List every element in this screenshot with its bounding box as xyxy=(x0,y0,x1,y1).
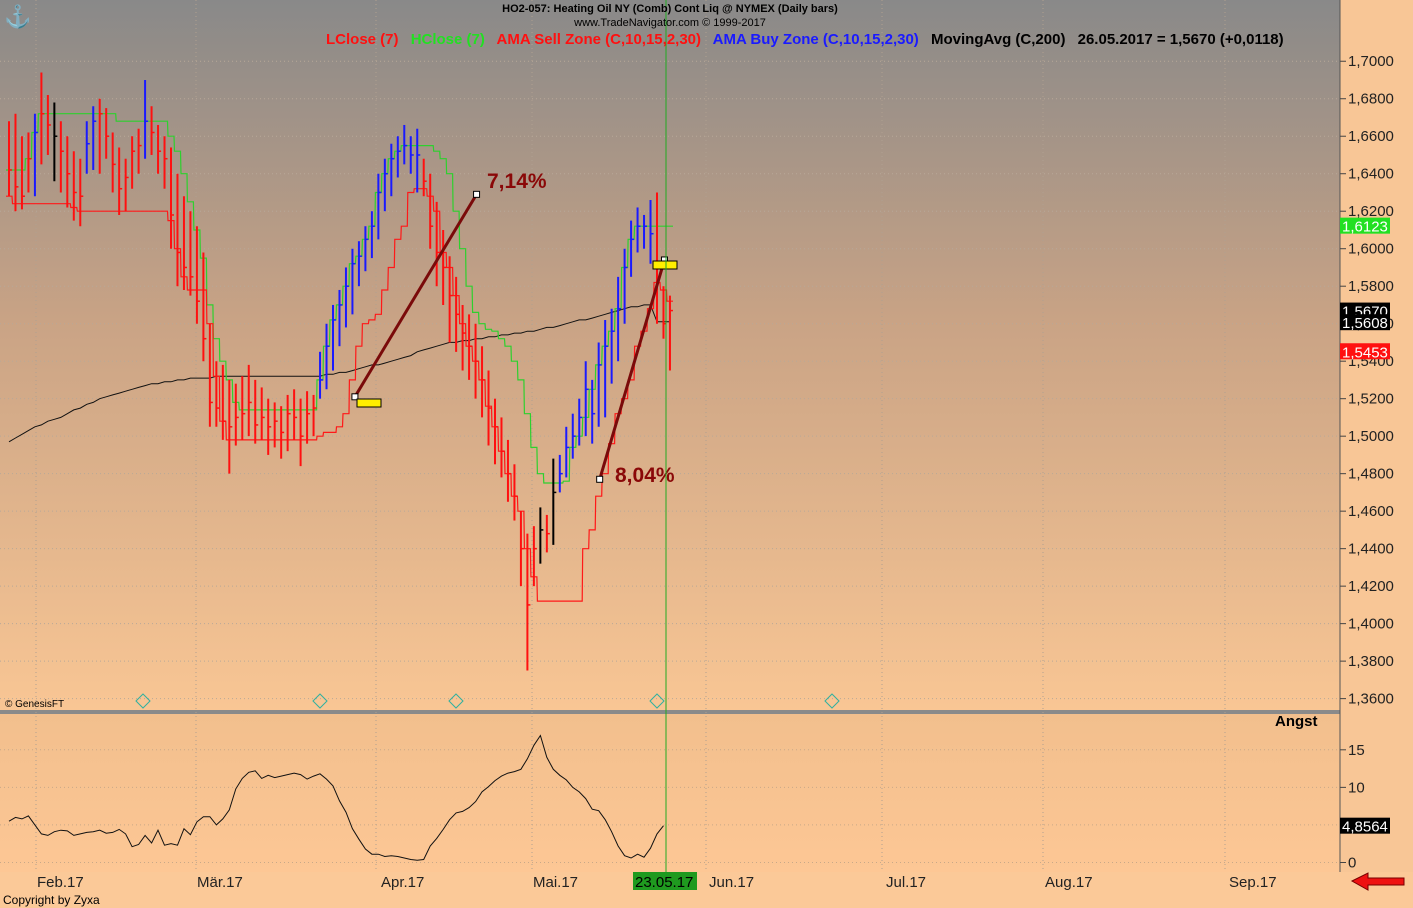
legend-hclose: HClose (7) xyxy=(411,31,485,48)
price-tag-label: 1,5453 xyxy=(1342,344,1388,361)
y-tick-label: 1,4200 xyxy=(1348,578,1394,595)
chart-subtitle: www.TradeNavigator.com © 1999-2017 xyxy=(0,17,1340,29)
genesis-credit: © GenesisFT xyxy=(5,699,64,710)
panel-divider xyxy=(0,710,1340,714)
x-tick-label: Jun.17 xyxy=(709,874,754,891)
y-tick-label: 1,7000 xyxy=(1348,53,1394,70)
legend-ama-sell: AMA Sell Zone (C,10,15,2,30) xyxy=(497,31,702,48)
y-tick-label: 1,4800 xyxy=(1348,466,1394,483)
legend-moving-avg: MovingAvg (C,200) xyxy=(931,31,1065,48)
y-tick-label: 1,6000 xyxy=(1348,241,1394,258)
x-tick-label: Apr.17 xyxy=(381,874,424,891)
chart-canvas: 7,14%8,04% 1,36001,38001,40001,42001,440… xyxy=(0,0,1413,908)
legend-ama-buy: AMA Buy Zone (C,10,15,2,30) xyxy=(713,31,919,48)
x-tick-label: Aug.17 xyxy=(1045,874,1093,891)
indicator-title: Angst xyxy=(1275,713,1318,730)
x-highlight-label: 23.05.17 xyxy=(635,874,693,891)
signal-marker xyxy=(357,399,381,407)
y-tick-label: 1,3800 xyxy=(1348,653,1394,670)
price-tag-label: 1,6123 xyxy=(1342,219,1388,236)
y-tick-label: 1,3600 xyxy=(1348,691,1394,708)
indicator-y-tick-label: 0 xyxy=(1348,854,1356,871)
y-tick-label: 1,4000 xyxy=(1348,616,1394,633)
y-tick-label: 1,6400 xyxy=(1348,166,1394,183)
y-tick-label: 1,6800 xyxy=(1348,91,1394,108)
indicator-panel-background xyxy=(0,714,1340,872)
trend-percent-label: 7,14% xyxy=(487,170,547,193)
y-tick-label: 1,5200 xyxy=(1348,391,1394,408)
x-tick-label: Feb.17 xyxy=(37,874,84,891)
chart-title: HO2-057: Heating Oil NY (Comb) Cont Liq … xyxy=(0,3,1340,15)
x-tick-label: Jul.17 xyxy=(886,874,926,891)
x-tick-label: Mär.17 xyxy=(197,874,243,891)
y-tick-label: 1,5000 xyxy=(1348,428,1394,445)
legend-readout: 26.05.2017 = 1,5670 (+0,0118) xyxy=(1078,31,1284,48)
indicator-value-label: 4,8564 xyxy=(1342,819,1388,836)
indicator-y-tick-label: 15 xyxy=(1348,742,1365,759)
y-tick-label: 1,4600 xyxy=(1348,503,1394,520)
x-tick-label: Mai.17 xyxy=(533,874,578,891)
y-tick-label: 1,6600 xyxy=(1348,128,1394,145)
legend: LClose (7) HClose (7) AMA Sell Zone (C,1… xyxy=(326,31,1292,48)
copyright: Copyright by Zyxa xyxy=(3,893,100,907)
x-tick-label: Sep.17 xyxy=(1229,874,1277,891)
y-tick-label: 1,5800 xyxy=(1348,278,1394,295)
trend-anchor xyxy=(474,191,480,197)
price-tag-label: 1,5608 xyxy=(1342,315,1388,332)
legend-lclose: LClose (7) xyxy=(326,31,399,48)
signal-marker xyxy=(653,261,677,269)
y-tick-label: 1,4400 xyxy=(1348,541,1394,558)
indicator-y-tick-label: 10 xyxy=(1348,779,1365,796)
trend-anchor xyxy=(597,476,603,482)
